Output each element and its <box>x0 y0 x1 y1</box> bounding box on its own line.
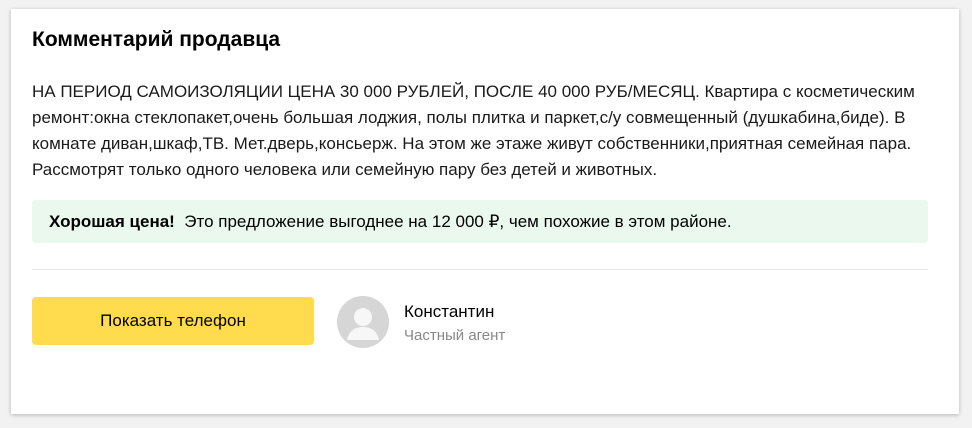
good-price-banner: Хорошая цена! Это предложение выгоднее н… <box>32 200 928 243</box>
good-price-label: Хорошая цена! <box>49 212 175 231</box>
good-price-text: Это предложение выгоднее на 12 000 ₽, че… <box>184 212 732 231</box>
seller-role: Частный агент <box>404 327 506 344</box>
seller-comment-text: НА ПЕРИОД САМОИЗОЛЯЦИИ ЦЕНА 30 000 РУБЛЕ… <box>32 82 915 179</box>
divider <box>32 269 928 270</box>
seller-name: Константин <box>404 302 495 321</box>
seller-comment-card: Комментарий продавца НА ПЕРИОД САМОИЗОЛЯ… <box>11 9 959 414</box>
user-avatar-placeholder-icon <box>337 296 389 348</box>
show-phone-button[interactable]: Показать телефон <box>32 297 314 345</box>
section-title: Комментарий продавца <box>32 28 281 51</box>
